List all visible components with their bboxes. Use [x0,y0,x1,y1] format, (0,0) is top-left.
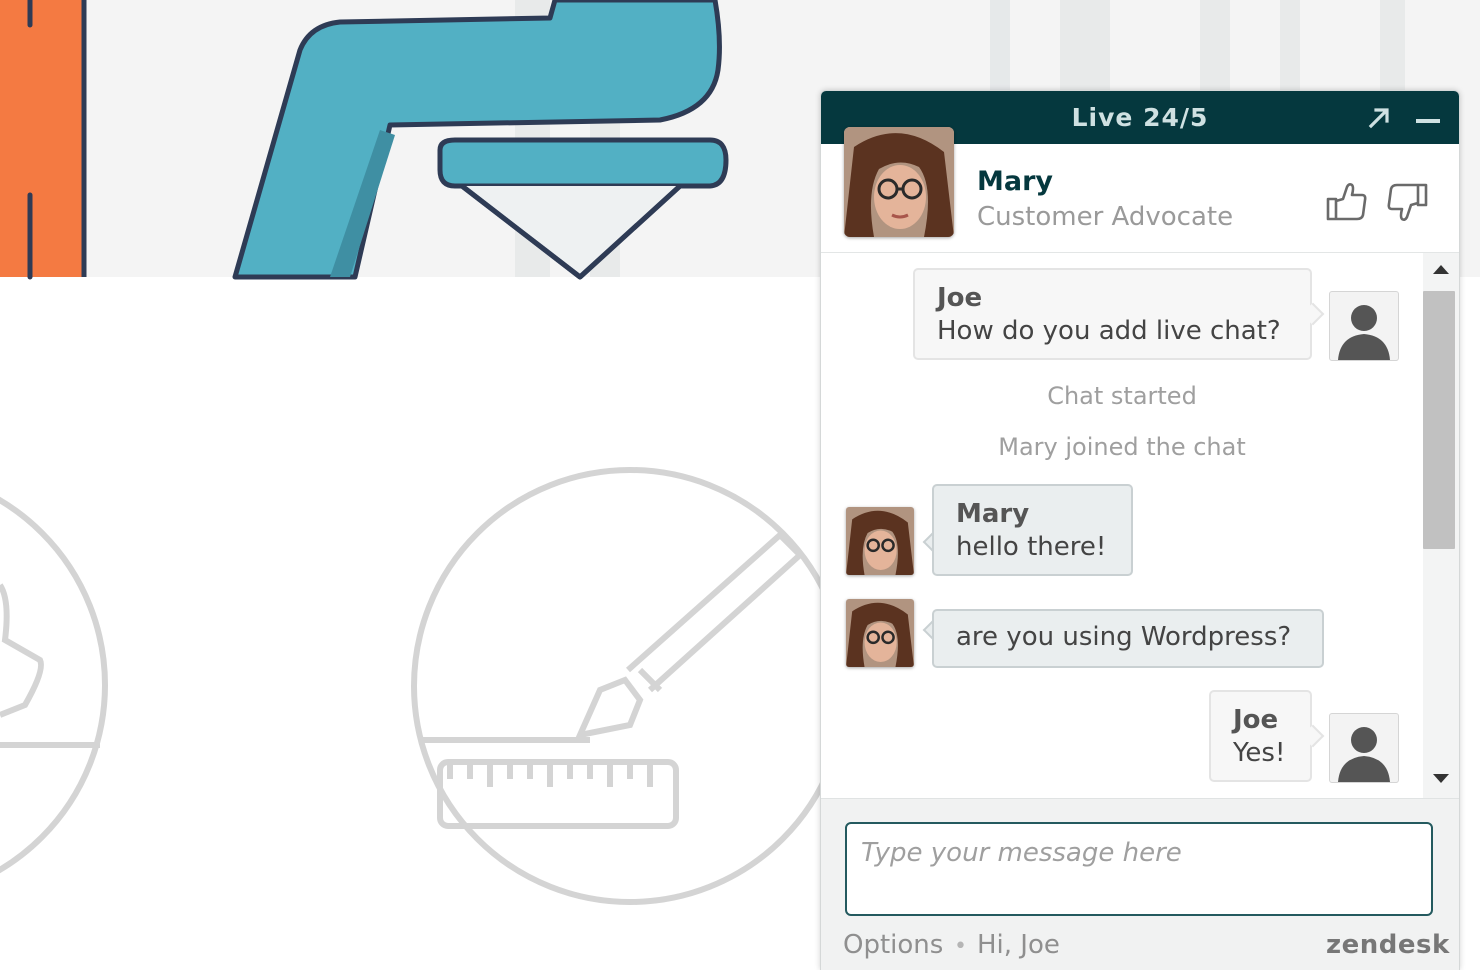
minimize-icon[interactable] [1415,106,1441,130]
visitor-avatar [1329,291,1399,361]
agent-photo-icon [846,599,914,667]
scroll-up-arrow-icon[interactable] [1433,265,1449,274]
agent-message: are you using Wordpress? [932,609,1324,668]
message-text: How do you add live chat? [937,316,1281,346]
scroll-down-arrow-icon[interactable] [1433,774,1449,783]
message-composer: Options • Hi, Joe zendesk [821,798,1459,970]
visitor-avatar [1329,713,1399,783]
message-sender: Mary [956,499,1030,529]
zendesk-logo[interactable]: zendesk [1326,930,1450,960]
chair-illustration [232,0,729,280]
visitor-message: Joe How do you add live chat? [913,268,1312,360]
footer-separator: • [954,934,967,959]
agent-header: Mary Customer Advocate [821,127,1459,253]
transcript-scrollbar[interactable] [1423,253,1459,798]
visitor-message: Joe Yes! [1209,690,1312,782]
message-text: Yes! [1233,738,1286,768]
message-sender: Joe [937,283,983,313]
feature-circle-left [0,496,108,874]
agent-avatar-small [846,599,914,667]
system-message: Chat started [1047,382,1197,410]
agent-photo-icon [844,127,954,237]
live-chat-widget: Live 24/5 Mary Customer Advocate Joe How… [820,90,1460,970]
visitor-greeting-link[interactable]: Hi, Joe [977,930,1060,960]
user-silhouette-icon [1338,305,1390,360]
agent-avatar-small [846,507,914,575]
user-silhouette-icon [1338,727,1390,782]
agent-title: Customer Advocate [977,202,1234,232]
options-link[interactable]: Options [843,930,943,960]
message-input[interactable] [845,822,1433,916]
scroll-thumb[interactable] [1423,291,1455,549]
agent-message: Mary hello there! [932,484,1133,576]
agent-photo-icon [846,507,914,575]
feature-circle-design [411,467,849,905]
system-message: Mary joined the chat [998,433,1246,461]
thumbs-up-icon[interactable] [1325,181,1369,223]
orange-bar-shape [0,0,84,277]
chat-transcript[interactable]: Joe How do you add live chat? Chat start… [821,253,1423,798]
agent-name: Mary [977,166,1054,197]
thumbs-down-icon[interactable] [1385,181,1429,223]
popout-arrow-icon[interactable] [1367,106,1391,130]
message-text: are you using Wordpress? [956,622,1292,652]
message-text: hello there! [956,532,1107,562]
message-sender: Joe [1233,705,1279,735]
agent-avatar [844,127,954,237]
